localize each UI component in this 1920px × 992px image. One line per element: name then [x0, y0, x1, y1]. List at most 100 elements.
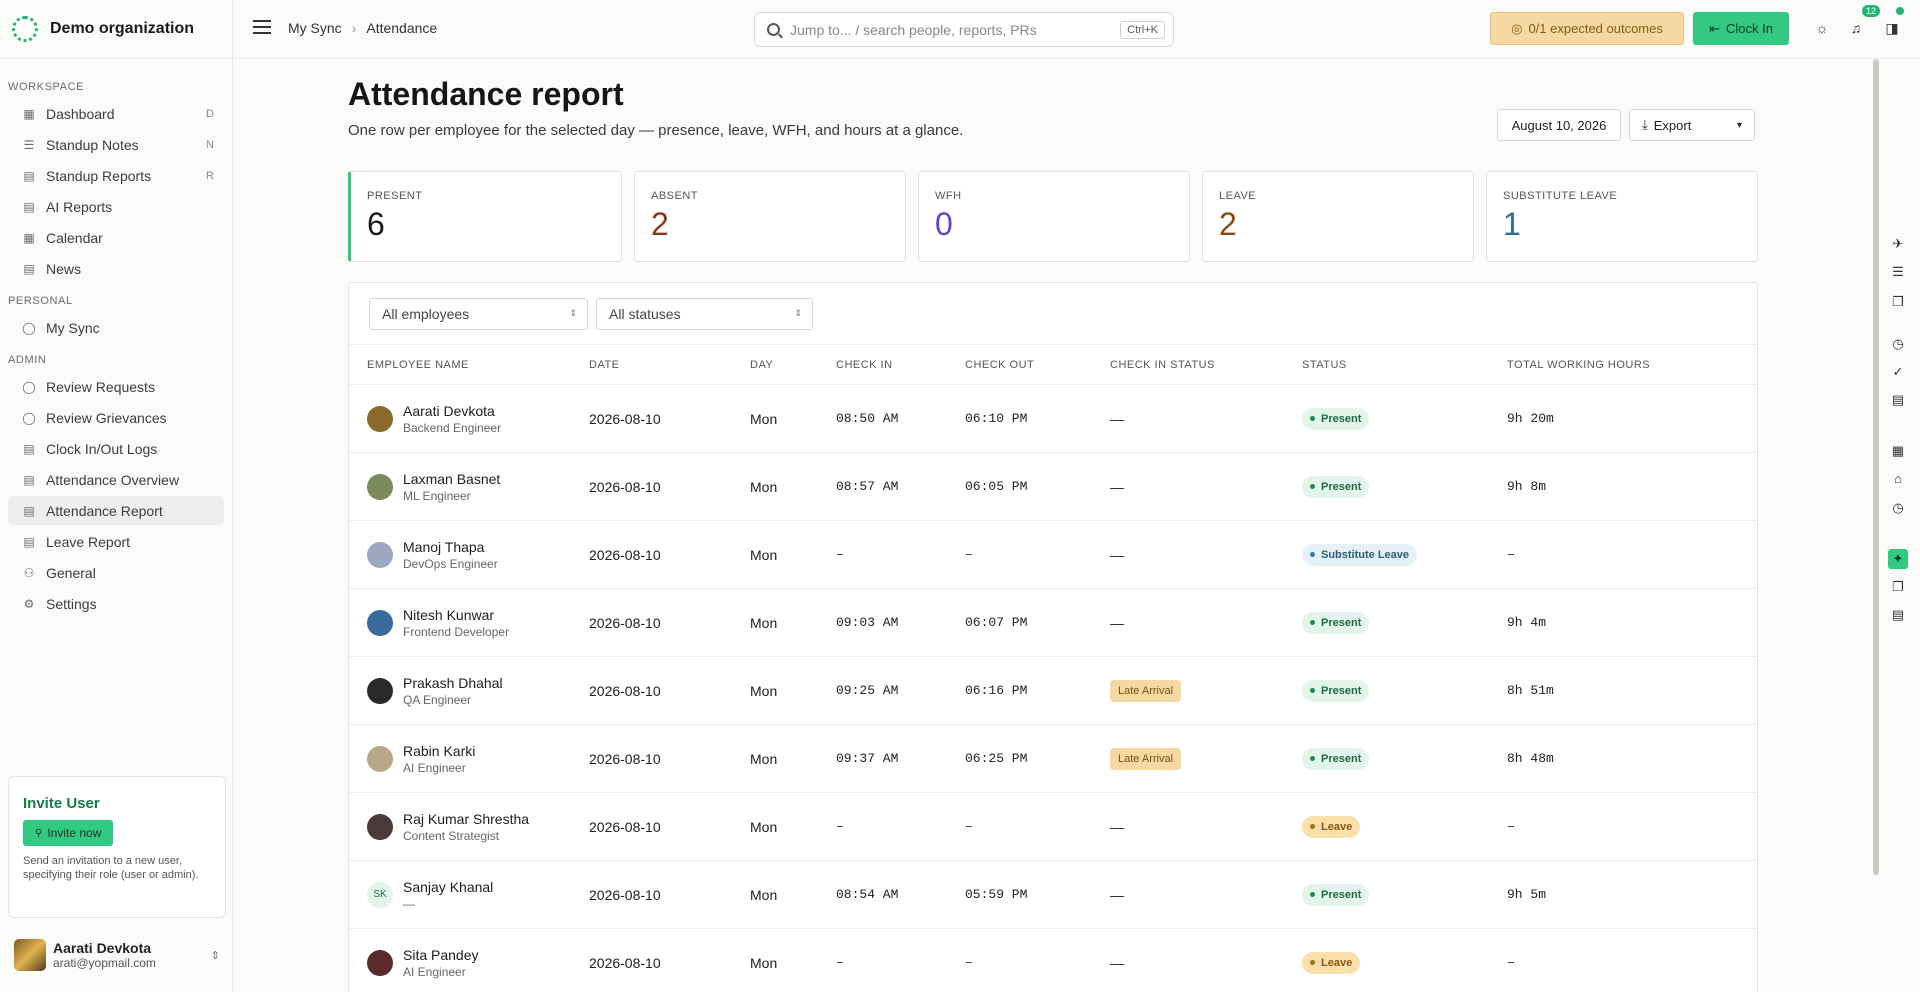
table-row[interactable]: Rabin Karki AI Engineer 2026-08-10 Mon 09:37… — [349, 725, 1757, 793]
status-dot — [1896, 7, 1904, 15]
stat-card-absent: ABSENT 2 — [634, 171, 906, 262]
status-badge: Substitute Leave — [1302, 543, 1418, 566]
sidebar-item-calendar[interactable]: ▦ Calendar — [8, 223, 224, 252]
status-badge: Leave — [1302, 815, 1361, 838]
copy-icon[interactable]: ❐ — [1888, 577, 1908, 597]
user-search-icon: ◯ — [22, 379, 36, 394]
table-row[interactable]: Raj Kumar Shrestha Content Strategist 2026… — [349, 793, 1757, 861]
sidebar-item-settings[interactable]: ⚙ Settings — [8, 589, 224, 618]
employee-cell: Rabin Karki AI Engineer — [349, 743, 589, 775]
status-cell: Present — [1302, 679, 1507, 702]
list-icon[interactable]: ☰ — [1888, 262, 1908, 282]
day-cell: Mon — [750, 954, 778, 971]
status-label: Present — [1321, 616, 1362, 629]
day-cell: Mon — [750, 614, 778, 631]
table-row[interactable]: Prakash Dhahal QA Engineer 2026-08-10 Mon 09… — [349, 657, 1757, 725]
brand[interactable]: Demo organization — [0, 0, 232, 59]
sidebar-item-label: Leave Report — [46, 533, 131, 550]
sidebar-item-review-grievances[interactable]: ◯ Review Grievances — [8, 403, 224, 432]
sidebar-item-dashboard[interactable]: ▦ Dashboard D — [8, 99, 224, 128]
panel-toggle-icon[interactable]: ◨ — [1883, 19, 1901, 37]
employee-name[interactable]: Aarati Devkota — [403, 403, 501, 419]
page-subtitle: One row per employee for the selected da… — [348, 122, 964, 139]
user-icon: ◯ — [22, 320, 36, 335]
note-icon[interactable]: ▤ — [1888, 390, 1908, 410]
column-header[interactable]: CHECK OUT — [965, 359, 1110, 371]
working-hours-cell: 9h 4m — [1507, 615, 1547, 630]
working-hours-cell: 9h 8m — [1507, 479, 1547, 494]
employee-name[interactable]: Sanjay Khanal — [403, 879, 493, 895]
download-icon: ⤓ — [1642, 117, 1648, 132]
sidebar-item-ai-reports[interactable]: ▤ AI Reports — [8, 192, 224, 221]
clock-in-button[interactable]: ⇤ Clock In — [1693, 12, 1789, 45]
plane-icon[interactable]: ✈ — [1888, 234, 1908, 254]
invite-button-label: Invite now — [47, 826, 102, 840]
employee-role: — — [403, 896, 415, 911]
employee-name[interactable]: Laxman Basnet — [403, 471, 500, 487]
table-row[interactable]: Sita Pandey AI Engineer 2026-08-10 Mon – – — Le… — [349, 929, 1757, 992]
export-button[interactable]: ⤓ Export ▾ — [1629, 109, 1755, 141]
clock-icon[interactable]: ◷ — [1888, 498, 1908, 518]
sparkle-icon[interactable]: ✦ — [1888, 549, 1908, 569]
stat-label: SUBSTITUTE LEAVE — [1503, 190, 1618, 202]
logo-icon — [12, 16, 38, 42]
invite-button[interactable]: ⚲ Invite now — [23, 820, 114, 846]
copy-icon[interactable]: ❐ — [1888, 292, 1908, 312]
calendar-x-icon[interactable]: ▦ — [1888, 441, 1908, 461]
bell-icon[interactable]: ♫ — [1847, 19, 1865, 37]
employee-name[interactable]: Rabin Karki — [403, 743, 475, 759]
expected-outcomes-button[interactable]: ◎ 0/1 expected outcomes — [1490, 12, 1684, 45]
user-menu[interactable]: Aarati Devkota arati@yopmail.com ⇕ — [14, 938, 220, 972]
employee-name[interactable]: Nitesh Kunwar — [403, 607, 509, 623]
sidebar-item-label: Review Grievances — [46, 409, 167, 426]
status-cell: Substitute Leave — [1302, 543, 1507, 566]
employee-role: Backend Engineer — [403, 420, 502, 435]
table-row[interactable]: Aarati Devkota Backend Engineer 2026-08-10… — [349, 385, 1757, 453]
employee-role: Frontend Developer — [403, 624, 510, 639]
column-header[interactable]: STATUS — [1302, 359, 1507, 371]
sidebar-item-general[interactable]: ⚇ General — [8, 558, 224, 587]
breadcrumb-my-sync[interactable]: My Sync — [288, 20, 342, 36]
column-header[interactable]: DATE — [589, 359, 750, 371]
search-input[interactable]: Jump to... / search people, reports, PRs… — [754, 12, 1174, 47]
employee-name[interactable]: Prakash Dhahal — [403, 675, 503, 691]
status-cell: Present — [1302, 475, 1507, 498]
user-email: arati@yopmail.com — [53, 956, 156, 970]
date-cell: 2026-08-10 — [589, 614, 661, 631]
sidebar-item-attendance-report[interactable]: ▤ Attendance Report — [8, 496, 224, 525]
employee-filter[interactable]: All employees ⇕ — [369, 297, 588, 330]
sidebar-item-news[interactable]: ▤ News — [8, 254, 224, 283]
chevron-down-icon: ▾ — [1736, 119, 1742, 131]
employee-name[interactable]: Manoj Thapa — [403, 539, 498, 555]
home-icon[interactable]: ⌂ — [1888, 469, 1908, 489]
table-row[interactable]: Laxman Basnet ML Engineer 2026-08-10 Mon 08:… — [349, 453, 1757, 521]
sidebar-item-review-requests[interactable]: ◯ Review Requests — [8, 372, 224, 401]
table-row[interactable]: Nitesh Kunwar Frontend Developer 2026-08-1… — [349, 589, 1757, 657]
column-header[interactable]: DAY — [750, 359, 836, 371]
sidebar-item-my-sync[interactable]: ◯ My Sync — [8, 313, 224, 342]
check-in-status-cell: — — [1110, 479, 1302, 495]
users-icon: ⚇ — [23, 565, 35, 580]
sidebar-item-attendance-overview[interactable]: ▤ Attendance Overview — [8, 465, 224, 494]
date-picker[interactable]: August 10, 2026 — [1497, 109, 1621, 141]
timer-icon[interactable]: ◷ — [1888, 334, 1908, 354]
sidebar-item-label: AI Reports — [46, 198, 113, 215]
sidebar-item-standup-reports[interactable]: ▤ Standup Reports R — [8, 161, 224, 190]
column-header[interactable]: CHECK IN — [836, 359, 965, 371]
ai-file-icon[interactable]: ▤ — [1888, 605, 1908, 625]
menu-icon[interactable] — [253, 20, 271, 34]
table-row[interactable]: Manoj Thapa DevOps Engineer 2026-08-10 Mon –… — [349, 521, 1757, 589]
sidebar-item-clock-in-out-logs[interactable]: ▤ Clock In/Out Logs — [8, 434, 224, 463]
check-icon[interactable]: ✓ — [1888, 362, 1908, 382]
status-filter[interactable]: All statuses ⇕ — [596, 297, 813, 330]
employee-name[interactable]: Raj Kumar Shrestha — [403, 811, 529, 827]
sidebar-item-standup-notes[interactable]: ☰ Standup Notes N — [8, 130, 224, 159]
column-header[interactable]: TOTAL WORKING HOURS — [1507, 359, 1757, 371]
sun-icon[interactable]: ☼ — [1813, 19, 1831, 37]
employee-name[interactable]: Sita Pandey — [403, 947, 479, 963]
date-cell: 2026-08-10 — [589, 478, 661, 495]
table-row[interactable]: SK Sanjay Khanal —2026-08-10 Mon 08:54 AM 05:… — [349, 861, 1757, 929]
sidebar-item-leave-report[interactable]: ▤ Leave Report — [8, 527, 224, 556]
column-header[interactable]: EMPLOYEE NAME — [349, 359, 589, 371]
column-header[interactable]: CHECK IN STATUS — [1110, 359, 1302, 371]
